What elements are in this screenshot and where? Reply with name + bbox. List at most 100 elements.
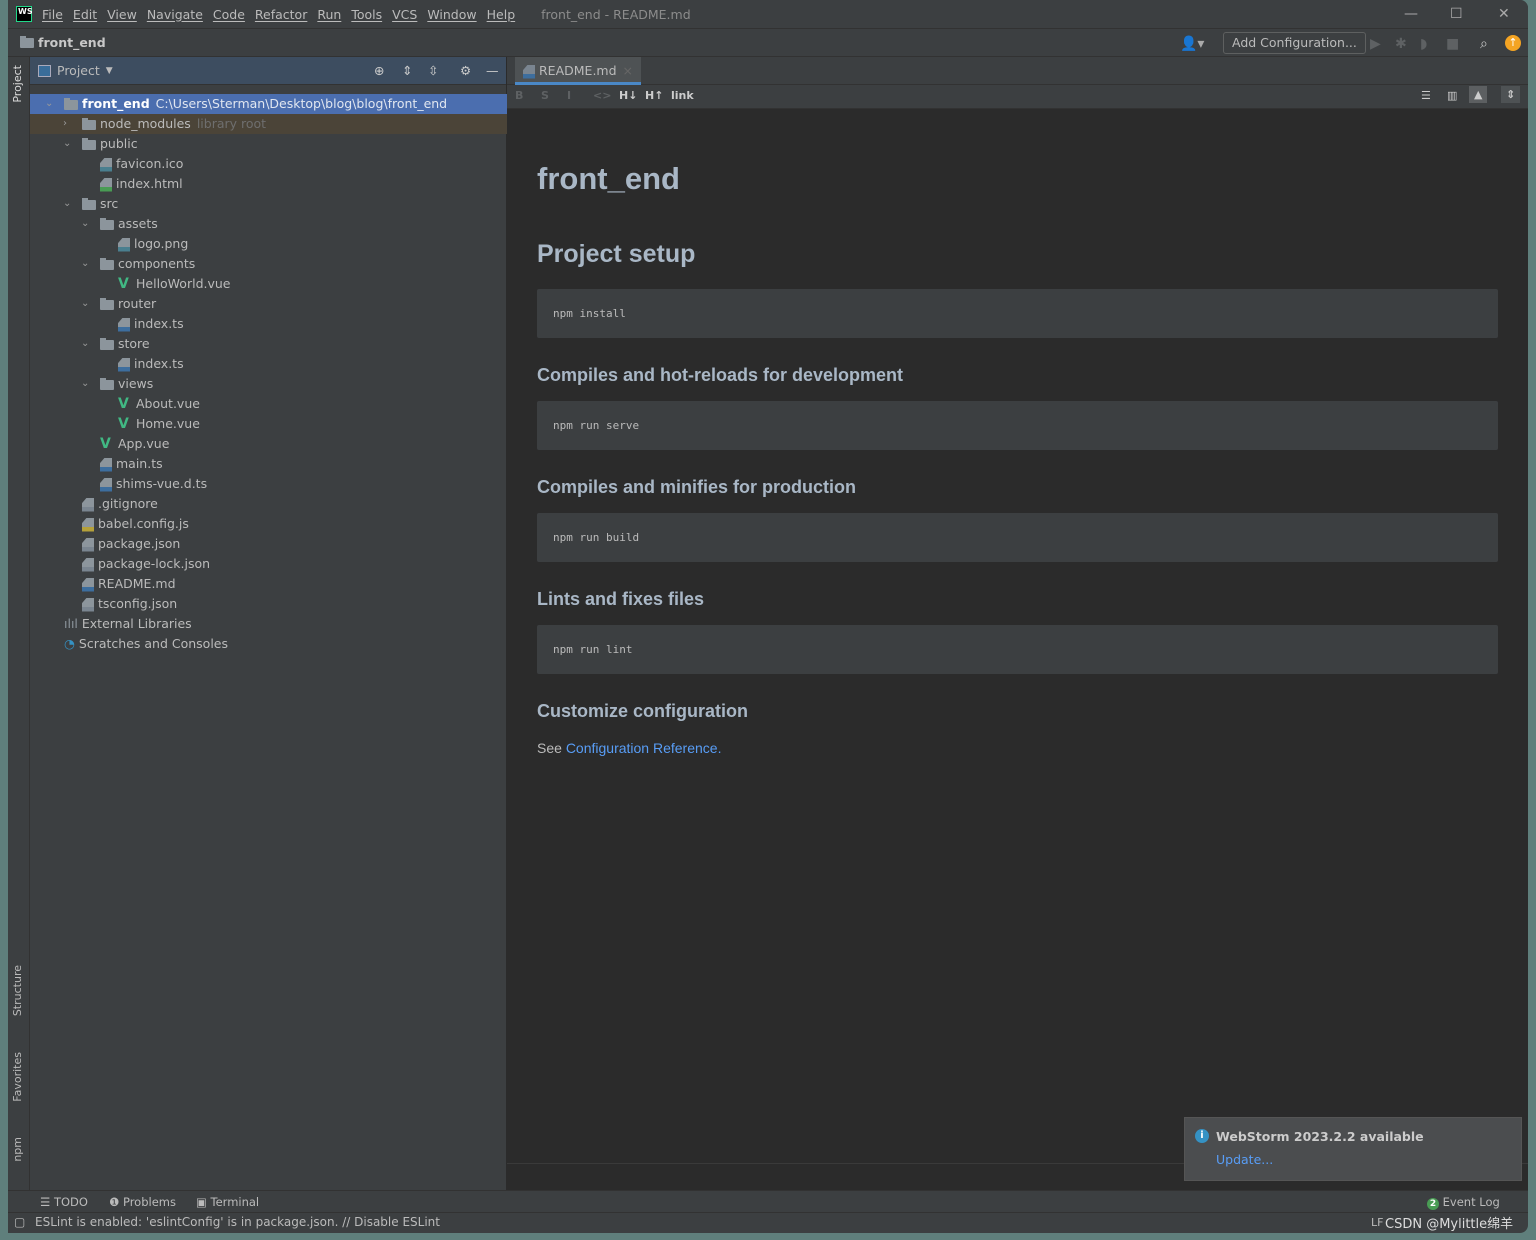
tree-item[interactable]: index.html — [30, 174, 507, 194]
tree-item[interactable]: ⌄ src — [30, 194, 507, 214]
menu-help[interactable]: Help — [487, 7, 516, 22]
update-notification: i WebStorm 2023.2.2 available Update... — [1184, 1117, 1522, 1181]
tree-item[interactable]: ılıl External Libraries — [30, 614, 507, 634]
status-toggle-icon[interactable]: ▢ — [14, 1215, 25, 1229]
stop-icon[interactable]: ■ — [1446, 36, 1459, 52]
project-panel-header: Project ▼ ⊕ ⇕ ⇳ ⚙ — — [30, 57, 506, 85]
editor-only-icon[interactable]: ☰ — [1421, 89, 1431, 102]
breadcrumb-project[interactable]: front_end — [38, 35, 106, 50]
menu-code[interactable]: Code — [213, 7, 245, 22]
strikethrough-icon[interactable]: S — [541, 89, 549, 102]
tree-item[interactable]: › node_modules library root — [30, 114, 507, 134]
configuration-reference-link[interactable]: Configuration Reference — [566, 740, 718, 756]
heading-decrease-icon[interactable]: H↓ — [619, 89, 637, 102]
tree-item[interactable]: README.md — [30, 574, 507, 594]
close-tab-icon[interactable]: × — [623, 63, 633, 78]
tree-item[interactable]: favicon.ico — [30, 154, 507, 174]
tree-item[interactable]: ⌄ components — [30, 254, 507, 274]
sync-scroll-icon[interactable]: ⇕ — [1501, 86, 1521, 103]
user-icon[interactable]: 👤▾ — [1180, 36, 1204, 52]
menu-vcs[interactable]: VCS — [392, 7, 417, 22]
chevron-down-icon[interactable]: ⌄ — [81, 214, 89, 234]
vue-file-icon: V — [118, 276, 129, 292]
coverage-icon[interactable]: ◗ — [1420, 36, 1427, 52]
tree-item[interactable]: package-lock.json — [30, 554, 507, 574]
hide-icon[interactable]: — — [486, 63, 499, 78]
italic-icon[interactable]: I — [567, 89, 571, 102]
debug-icon[interactable]: ✱ — [1395, 36, 1407, 52]
tree-item[interactable]: ⌄ views — [30, 374, 507, 394]
code-block: npm install — [537, 289, 1498, 338]
run-icon[interactable]: ▶ — [1370, 36, 1381, 52]
split-view-icon[interactable]: ▥ — [1447, 89, 1457, 102]
webstorm-logo: WS — [16, 6, 33, 22]
npm-tool-tab[interactable]: npm — [11, 1137, 24, 1162]
chevron-down-icon[interactable]: ⌄ — [81, 374, 89, 394]
menu-refactor[interactable]: Refactor — [255, 7, 307, 22]
menu-run[interactable]: Run — [317, 7, 341, 22]
menu-window[interactable]: Window — [427, 7, 476, 22]
chevron-down-icon[interactable]: ⌄ — [81, 254, 89, 274]
gear-icon[interactable]: ⚙ — [460, 63, 471, 78]
menu-tools[interactable]: Tools — [351, 7, 382, 22]
tab-readme[interactable]: README.md × — [515, 57, 642, 85]
tree-item[interactable]: ◔ Scratches and Consoles — [30, 634, 507, 654]
bold-icon[interactable]: B — [515, 89, 523, 102]
event-log-tab[interactable]: 2 Event Log — [1427, 1195, 1500, 1210]
menu-file[interactable]: File — [42, 7, 63, 22]
update-link[interactable]: Update... — [1216, 1152, 1273, 1167]
code-icon[interactable]: <> — [593, 89, 611, 102]
tree-item[interactable]: .gitignore — [30, 494, 507, 514]
tree-item-label: App.vue — [118, 436, 170, 451]
tree-item[interactable]: main.ts — [30, 454, 507, 474]
tree-item[interactable]: package.json — [30, 534, 507, 554]
locate-icon[interactable]: ⊕ — [374, 63, 384, 78]
todo-tab[interactable]: ☰ TODO — [40, 1195, 88, 1209]
menu-navigate[interactable]: Navigate — [147, 7, 203, 22]
project-tool-tab[interactable]: Project — [11, 65, 24, 103]
tree-item[interactable]: index.ts — [30, 354, 507, 374]
tree-item[interactable]: ⌄ store — [30, 334, 507, 354]
add-configuration-button[interactable]: Add Configuration... — [1223, 32, 1366, 54]
line-separator[interactable]: LF — [1371, 1216, 1383, 1229]
close-icon[interactable]: ✕ — [1498, 6, 1510, 22]
tree-item[interactable]: index.ts — [30, 314, 507, 334]
chevron-down-icon[interactable]: ⌄ — [45, 94, 53, 114]
project-view-selector[interactable]: Project — [57, 63, 100, 78]
tree-item[interactable]: V Home.vue — [30, 414, 507, 434]
tree-item[interactable]: tsconfig.json — [30, 594, 507, 614]
minimize-icon[interactable]: — — [1404, 6, 1418, 22]
tree-item[interactable]: ⌄ public — [30, 134, 507, 154]
tree-item-hint: C:\Users\Sterman\Desktop\blog\blog\front… — [155, 96, 448, 111]
tree-item[interactable]: V About.vue — [30, 394, 507, 414]
tree-item[interactable]: logo.png — [30, 234, 507, 254]
chevron-right-icon[interactable]: › — [63, 114, 67, 134]
expand-all-icon[interactable]: ⇕ — [402, 63, 412, 78]
collapse-all-icon[interactable]: ⇳ — [428, 63, 438, 78]
chevron-down-icon[interactable]: ⌄ — [81, 294, 89, 314]
update-icon[interactable]: ↑ — [1505, 35, 1521, 51]
preview-only-icon[interactable]: ▲ — [1469, 86, 1488, 103]
tree-item[interactable]: ⌄ front_end C:\Users\Sterman\Desktop\blog\… — [30, 94, 507, 114]
chevron-down-icon[interactable]: ⌄ — [63, 134, 71, 154]
tree-item[interactable]: ⌄ router — [30, 294, 507, 314]
search-icon[interactable]: ⌕ — [1480, 36, 1488, 52]
maximize-icon[interactable]: ☐ — [1450, 6, 1463, 22]
tree-item[interactable]: ⌄ assets — [30, 214, 507, 234]
favorites-tool-tab[interactable]: Favorites — [11, 1052, 24, 1102]
structure-tool-tab[interactable]: Structure — [11, 965, 24, 1016]
chevron-down-icon[interactable]: ⌄ — [63, 194, 71, 214]
status-message[interactable]: ESLint is enabled: 'eslintConfig' is in … — [35, 1215, 440, 1229]
chevron-down-icon[interactable]: ⌄ — [81, 334, 89, 354]
terminal-tab[interactable]: ▣ Terminal — [196, 1195, 259, 1209]
problems-tab[interactable]: ❶ Problems — [109, 1195, 176, 1209]
menu-edit[interactable]: Edit — [73, 7, 97, 22]
link-icon[interactable]: link — [671, 89, 694, 102]
tree-item[interactable]: babel.config.js — [30, 514, 507, 534]
tree-item-label: babel.config.js — [98, 516, 189, 531]
tree-item[interactable]: shims-vue.d.ts — [30, 474, 507, 494]
heading-increase-icon[interactable]: H↑ — [645, 89, 663, 102]
menu-view[interactable]: View — [107, 7, 137, 22]
tree-item[interactable]: V App.vue — [30, 434, 507, 454]
tree-item[interactable]: V HelloWorld.vue — [30, 274, 507, 294]
